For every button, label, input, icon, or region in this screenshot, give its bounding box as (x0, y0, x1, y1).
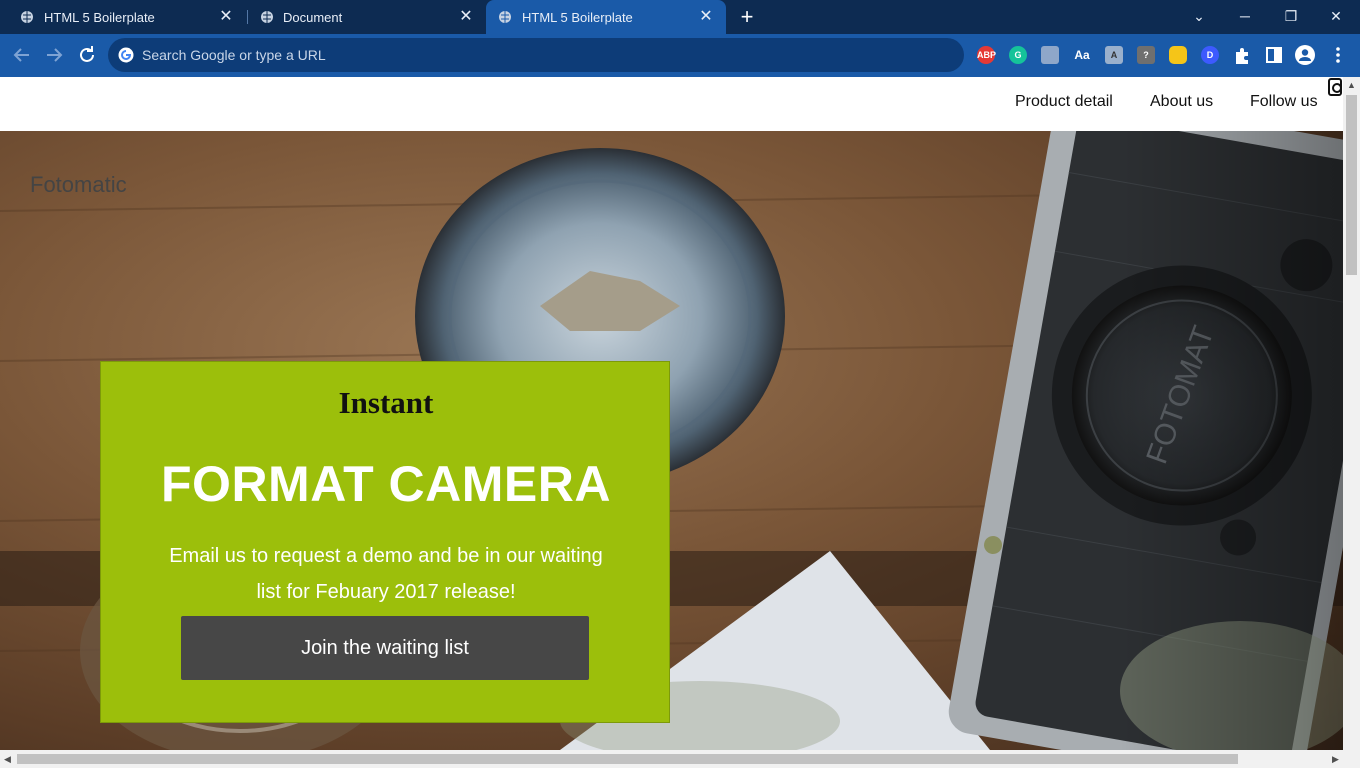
google-icon (118, 47, 134, 63)
grammarly-icon[interactable]: G (1009, 46, 1027, 64)
address-placeholder: Search Google or type a URL (142, 47, 326, 63)
close-tab-icon[interactable]: ✕ (458, 9, 474, 25)
help-extension-icon[interactable]: ? (1137, 46, 1155, 64)
puzzle-icon[interactable] (1231, 44, 1253, 66)
browser-toolbar: Search Google or type a URL ABP G Aa A ?… (0, 34, 1360, 77)
nav-product-detail[interactable]: Product detail (1015, 93, 1113, 111)
adblock-icon[interactable]: ABP (977, 46, 996, 64)
tab-title: Document (283, 10, 343, 25)
address-bar[interactable]: Search Google or type a URL (108, 38, 964, 72)
site-header: Product detail About us Follow us (0, 77, 1343, 131)
kebab-menu-icon[interactable] (1327, 44, 1349, 66)
tab-title: HTML 5 Boilerplate (522, 10, 633, 25)
side-panel-icon[interactable] (1263, 44, 1285, 66)
page-viewport: Product detail About us Follow us Fotoma… (0, 77, 1343, 750)
hero-card: Instant FORMAT CAMERA Email us to reques… (100, 361, 670, 723)
globe-icon (21, 11, 33, 23)
card-description: Email us to request a demo and be in our… (169, 545, 603, 603)
close-tab-icon[interactable]: ✕ (218, 9, 234, 25)
back-arrow-icon[interactable] (10, 43, 34, 67)
join-waiting-list-button[interactable]: Join the waiting list (181, 616, 589, 680)
d-extension-icon[interactable]: D (1201, 46, 1219, 64)
horizontal-scroll-thumb[interactable] (17, 754, 1238, 764)
close-tab-icon[interactable]: ✕ (698, 9, 714, 25)
forward-arrow-icon[interactable] (42, 43, 66, 67)
tab-title: HTML 5 Boilerplate (44, 10, 155, 25)
minimize-icon[interactable]: ─ (1233, 4, 1257, 28)
vertical-scrollbar[interactable]: ▲ (1343, 77, 1360, 750)
tab-html-boilerplate-1[interactable]: HTML 5 Boilerplate ✕ (0, 0, 246, 34)
horizontal-scrollbar[interactable]: ◀ ▶ (0, 750, 1360, 768)
close-window-icon[interactable]: ✕ (1324, 4, 1348, 28)
vertical-scroll-thumb[interactable] (1346, 95, 1357, 275)
tab-search-chevron-icon[interactable]: ⌄ (1187, 4, 1211, 28)
card-title: FORMAT CAMERA (161, 456, 611, 512)
profile-avatar-icon[interactable] (1294, 44, 1316, 66)
tab-document[interactable]: Document ✕ (248, 0, 486, 34)
new-tab-button[interactable]: + (737, 6, 757, 28)
dictionary-icon[interactable]: Aa (1073, 46, 1091, 64)
scroll-left-icon[interactable]: ◀ (4, 754, 11, 765)
tab-html-boilerplate-active[interactable]: HTML 5 Boilerplate ✕ (486, 0, 726, 34)
nav-follow-us[interactable]: Follow us (1250, 93, 1318, 111)
nav-about-us[interactable]: About us (1150, 93, 1213, 111)
globe-icon (261, 11, 273, 23)
tab-strip: HTML 5 Boilerplate ✕ Document ✕ HTML 5 B… (0, 0, 1360, 34)
extension-square-icon[interactable] (1041, 46, 1059, 64)
hero-section: FOTOMAT Fotomatic Instant FORMAT CAMERA … (0, 131, 1343, 750)
card-kicker: Instant (338, 385, 434, 420)
instagram-icon[interactable] (1328, 78, 1342, 96)
globe-icon (499, 11, 511, 23)
scroll-right-icon[interactable]: ▶ (1332, 754, 1339, 765)
scroll-up-icon[interactable]: ▲ (1347, 80, 1356, 90)
coupon-extension-icon[interactable] (1169, 46, 1187, 64)
restore-icon[interactable]: ❐ (1279, 4, 1303, 28)
translate-icon[interactable]: A (1105, 46, 1123, 64)
site-logo[interactable]: Fotomatic (30, 172, 127, 198)
reload-icon[interactable] (75, 43, 99, 67)
